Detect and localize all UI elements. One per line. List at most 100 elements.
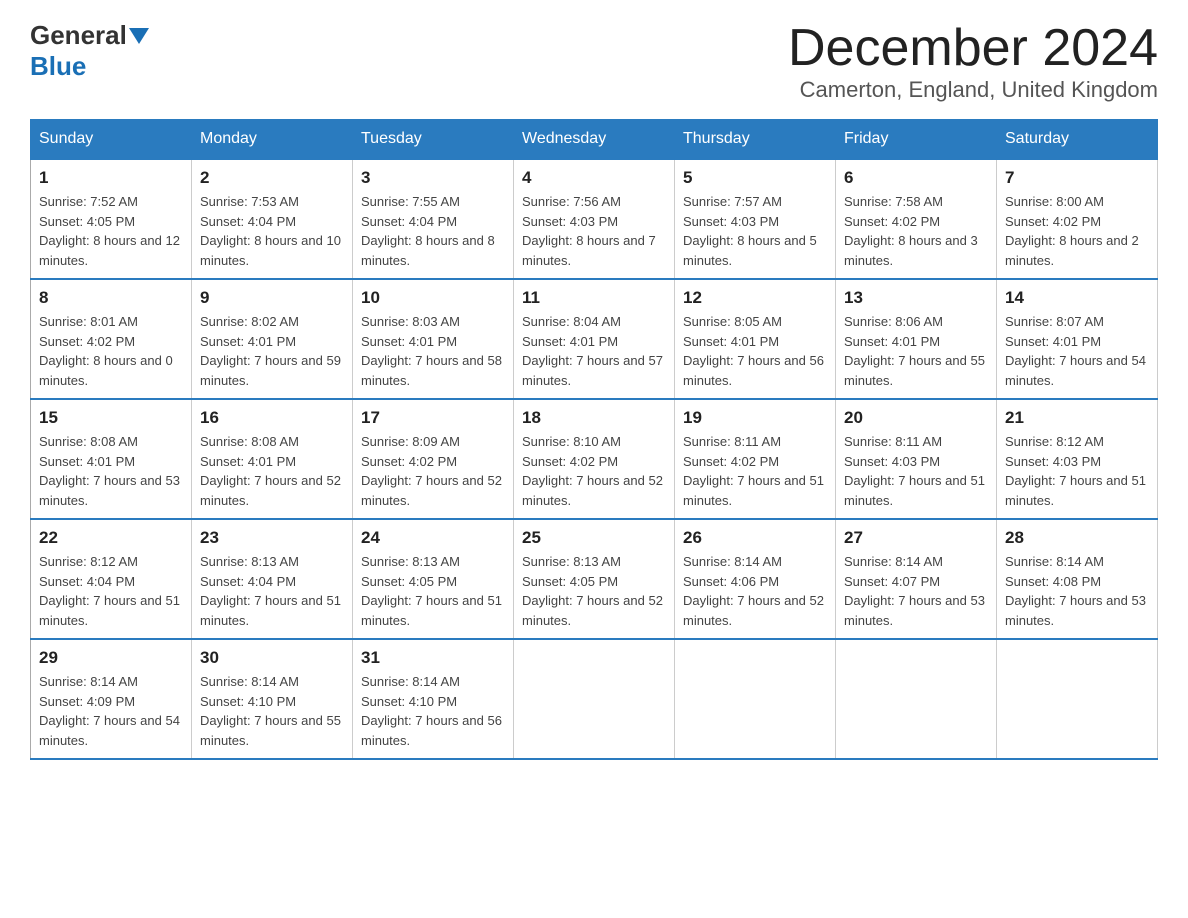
calendar-cell: 1 Sunrise: 7:52 AMSunset: 4:05 PMDaylight…: [31, 159, 192, 279]
calendar-cell: 27Sunrise: 8:14 AMSunset: 4:07 PMDayligh…: [836, 519, 997, 639]
location-text: Camerton, England, United Kingdom: [788, 77, 1158, 103]
day-number: 12: [683, 288, 827, 308]
day-info: Sunrise: 8:13 AMSunset: 4:04 PMDaylight:…: [200, 552, 344, 630]
day-info: Sunrise: 7:58 AMSunset: 4:02 PMDaylight:…: [844, 192, 988, 270]
calendar-cell: 18 Sunrise: 8:10 AMSunset: 4:02 PMDayligh…: [514, 399, 675, 519]
calendar-cell: [836, 639, 997, 759]
day-number: 18: [522, 408, 666, 428]
col-header-tuesday: Tuesday: [353, 120, 514, 160]
calendar-week-row: 15Sunrise: 8:08 AMSunset: 4:01 PMDayligh…: [31, 399, 1158, 519]
day-info: Sunrise: 8:12 AMSunset: 4:04 PMDaylight:…: [39, 552, 183, 630]
day-number: 7: [1005, 168, 1149, 188]
day-info: Sunrise: 8:14 AMSunset: 4:09 PMDaylight:…: [39, 672, 183, 750]
day-number: 9: [200, 288, 344, 308]
day-number: 14: [1005, 288, 1149, 308]
day-info: Sunrise: 8:13 AMSunset: 4:05 PMDaylight:…: [361, 552, 505, 630]
day-number: 31: [361, 648, 505, 668]
day-number: 28: [1005, 528, 1149, 548]
calendar-cell: 14 Sunrise: 8:07 AMSunset: 4:01 PMDayligh…: [997, 279, 1158, 399]
calendar-cell: 9 Sunrise: 8:02 AMSunset: 4:01 PMDaylight…: [192, 279, 353, 399]
page-header: General Blue December 2024 Camerton, Eng…: [30, 20, 1158, 103]
calendar-cell: 2 Sunrise: 7:53 AMSunset: 4:04 PMDaylight…: [192, 159, 353, 279]
logo: General Blue: [30, 20, 149, 82]
day-info: Sunrise: 8:14 AMSunset: 4:06 PMDaylight:…: [683, 552, 827, 630]
col-header-thursday: Thursday: [675, 120, 836, 160]
day-number: 6: [844, 168, 988, 188]
calendar-cell: 31 Sunrise: 8:14 AMSunset: 4:10 PMDayligh…: [353, 639, 514, 759]
day-info: Sunrise: 8:10 AMSunset: 4:02 PMDaylight:…: [522, 432, 666, 510]
day-info: Sunrise: 7:53 AMSunset: 4:04 PMDaylight:…: [200, 192, 344, 270]
calendar-cell: 26 Sunrise: 8:14 AMSunset: 4:06 PMDayligh…: [675, 519, 836, 639]
day-info: Sunrise: 8:06 AMSunset: 4:01 PMDaylight:…: [844, 312, 988, 390]
logo-blue-text: Blue: [30, 51, 86, 82]
calendar-cell: 24Sunrise: 8:13 AMSunset: 4:05 PMDayligh…: [353, 519, 514, 639]
day-number: 2: [200, 168, 344, 188]
day-info: Sunrise: 8:01 AMSunset: 4:02 PMDaylight:…: [39, 312, 183, 390]
calendar-header-row: Sunday Monday Tuesday Wednesday Thursday…: [31, 120, 1158, 160]
calendar-cell: 23 Sunrise: 8:13 AMSunset: 4:04 PMDayligh…: [192, 519, 353, 639]
day-number: 26: [683, 528, 827, 548]
day-number: 3: [361, 168, 505, 188]
day-info: Sunrise: 7:52 AMSunset: 4:05 PMDaylight:…: [39, 192, 183, 270]
day-info: Sunrise: 8:11 AMSunset: 4:03 PMDaylight:…: [844, 432, 988, 510]
day-info: Sunrise: 8:07 AMSunset: 4:01 PMDaylight:…: [1005, 312, 1149, 390]
day-number: 30: [200, 648, 344, 668]
day-number: 19: [683, 408, 827, 428]
month-title: December 2024: [788, 20, 1158, 77]
title-block: December 2024 Camerton, England, United …: [788, 20, 1158, 103]
day-number: 22: [39, 528, 183, 548]
col-header-friday: Friday: [836, 120, 997, 160]
day-number: 29: [39, 648, 183, 668]
calendar-cell: 11Sunrise: 8:04 AMSunset: 4:01 PMDayligh…: [514, 279, 675, 399]
calendar-cell: [514, 639, 675, 759]
calendar-cell: 25Sunrise: 8:13 AMSunset: 4:05 PMDayligh…: [514, 519, 675, 639]
calendar-week-row: 22 Sunrise: 8:12 AMSunset: 4:04 PMDayligh…: [31, 519, 1158, 639]
day-info: Sunrise: 7:57 AMSunset: 4:03 PMDaylight:…: [683, 192, 827, 270]
day-info: Sunrise: 8:14 AMSunset: 4:08 PMDaylight:…: [1005, 552, 1149, 630]
day-info: Sunrise: 8:14 AMSunset: 4:10 PMDaylight:…: [200, 672, 344, 750]
calendar-cell: 12 Sunrise: 8:05 AMSunset: 4:01 PMDayligh…: [675, 279, 836, 399]
calendar-week-row: 8 Sunrise: 8:01 AMSunset: 4:02 PMDaylight…: [31, 279, 1158, 399]
calendar-cell: 28 Sunrise: 8:14 AMSunset: 4:08 PMDayligh…: [997, 519, 1158, 639]
day-number: 8: [39, 288, 183, 308]
day-info: Sunrise: 8:12 AMSunset: 4:03 PMDaylight:…: [1005, 432, 1149, 510]
day-info: Sunrise: 8:02 AMSunset: 4:01 PMDaylight:…: [200, 312, 344, 390]
day-info: Sunrise: 8:08 AMSunset: 4:01 PMDaylight:…: [39, 432, 183, 510]
day-number: 17: [361, 408, 505, 428]
day-info: Sunrise: 8:09 AMSunset: 4:02 PMDaylight:…: [361, 432, 505, 510]
calendar-cell: 17 Sunrise: 8:09 AMSunset: 4:02 PMDayligh…: [353, 399, 514, 519]
day-info: Sunrise: 7:55 AMSunset: 4:04 PMDaylight:…: [361, 192, 505, 270]
calendar-cell: 19Sunrise: 8:11 AMSunset: 4:02 PMDayligh…: [675, 399, 836, 519]
day-info: Sunrise: 8:00 AMSunset: 4:02 PMDaylight:…: [1005, 192, 1149, 270]
day-number: 20: [844, 408, 988, 428]
day-info: Sunrise: 8:05 AMSunset: 4:01 PMDaylight:…: [683, 312, 827, 390]
col-header-sunday: Sunday: [31, 120, 192, 160]
calendar-cell: 22 Sunrise: 8:12 AMSunset: 4:04 PMDayligh…: [31, 519, 192, 639]
calendar-cell: 20 Sunrise: 8:11 AMSunset: 4:03 PMDayligh…: [836, 399, 997, 519]
calendar-cell: 3 Sunrise: 7:55 AMSunset: 4:04 PMDaylight…: [353, 159, 514, 279]
day-number: 4: [522, 168, 666, 188]
day-info: Sunrise: 8:03 AMSunset: 4:01 PMDaylight:…: [361, 312, 505, 390]
day-number: 1: [39, 168, 183, 188]
calendar-table: Sunday Monday Tuesday Wednesday Thursday…: [30, 119, 1158, 760]
calendar-week-row: 1 Sunrise: 7:52 AMSunset: 4:05 PMDaylight…: [31, 159, 1158, 279]
calendar-cell: 13Sunrise: 8:06 AMSunset: 4:01 PMDayligh…: [836, 279, 997, 399]
calendar-cell: 6 Sunrise: 7:58 AMSunset: 4:02 PMDaylight…: [836, 159, 997, 279]
logo-triangle-icon: [129, 28, 149, 44]
day-info: Sunrise: 8:14 AMSunset: 4:10 PMDaylight:…: [361, 672, 505, 750]
day-info: Sunrise: 7:56 AMSunset: 4:03 PMDaylight:…: [522, 192, 666, 270]
day-number: 23: [200, 528, 344, 548]
day-number: 25: [522, 528, 666, 548]
day-number: 21: [1005, 408, 1149, 428]
col-header-saturday: Saturday: [997, 120, 1158, 160]
day-number: 16: [200, 408, 344, 428]
day-number: 11: [522, 288, 666, 308]
calendar-cell: 16Sunrise: 8:08 AMSunset: 4:01 PMDayligh…: [192, 399, 353, 519]
calendar-cell: 30 Sunrise: 8:14 AMSunset: 4:10 PMDayligh…: [192, 639, 353, 759]
calendar-cell: 10Sunrise: 8:03 AMSunset: 4:01 PMDayligh…: [353, 279, 514, 399]
day-number: 5: [683, 168, 827, 188]
logo-general-text: General: [30, 20, 127, 51]
calendar-cell: 21 Sunrise: 8:12 AMSunset: 4:03 PMDayligh…: [997, 399, 1158, 519]
calendar-cell: 5 Sunrise: 7:57 AMSunset: 4:03 PMDaylight…: [675, 159, 836, 279]
col-header-wednesday: Wednesday: [514, 120, 675, 160]
